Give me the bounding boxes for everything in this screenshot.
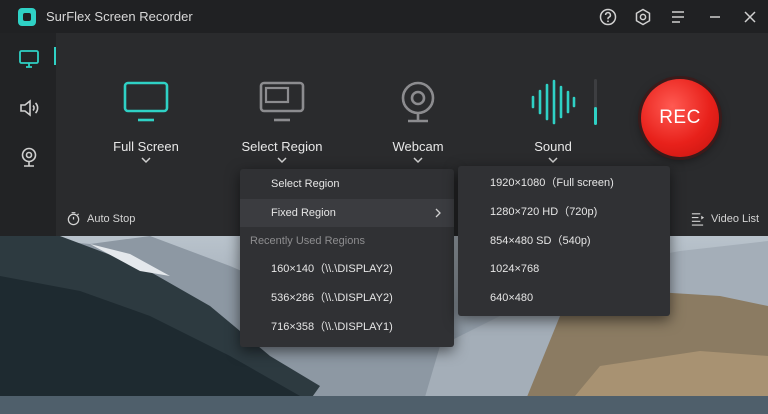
fixed-region-submenu: 1920×1080（Full screen) 1280×720 HD（720p)… [458,166,670,316]
video-list-label: Video List [711,212,760,225]
video-list-button[interactable]: Video List [690,211,759,226]
recent-region-item[interactable]: 160×140（\\.\DISPLAY2) [240,255,454,283]
resolution-option[interactable]: 854×480 SD（540p) [458,227,670,256]
mode-full-screen[interactable]: Full Screen [81,77,211,164]
region-dropdown-menu: Select Region Fixed Region Recently Used… [240,169,454,347]
help-icon[interactable] [598,7,618,27]
chevron-down-icon[interactable] [276,156,288,164]
sidebar-item-screen[interactable] [17,47,41,71]
video-list-icon [691,213,705,226]
volume-level [594,106,597,125]
resolution-option[interactable]: 1024×768 [458,255,670,284]
sound-label: Sound [534,139,572,154]
chevron-down-icon[interactable] [140,156,152,164]
full-screen-icon [121,77,171,127]
resolution-option[interactable]: 1920×1080（Full screen) [458,169,670,198]
fixed-region-label: Fixed Region [271,207,336,219]
record-button[interactable]: REC [641,79,719,157]
resolution-option[interactable]: 640×480 [458,284,670,313]
sidebar-item-audio[interactable] [17,96,41,120]
select-region-icon [257,77,307,127]
monitor-icon [19,50,39,68]
chevron-right-icon [435,208,441,218]
mode-webcam[interactable]: Webcam [353,77,483,164]
select-region-label: Select Region [241,139,323,154]
mode-select-region[interactable]: Select Region [217,77,347,164]
auto-stop-label: Auto Stop [87,212,136,225]
app-title: SurFlex Screen Recorder [46,9,193,24]
menu-icon[interactable] [668,7,688,27]
mode-sound[interactable]: Sound [488,77,618,164]
webcam-icon [21,147,37,167]
recent-regions-header: Recently Used Regions [250,235,365,247]
sidebar [0,33,56,236]
sound-wave-icon [528,77,578,127]
auto-stop-button[interactable]: Auto Stop [66,211,135,226]
chevron-down-icon[interactable] [412,156,424,164]
timer-icon [67,212,80,226]
menu-item-fixed-region[interactable]: Fixed Region [240,199,454,227]
sidebar-item-webcam[interactable] [17,145,41,169]
title-bar: SurFlex Screen Recorder [0,0,768,33]
recent-region-item[interactable]: 716×358（\\.\DISPLAY1) [240,313,454,341]
settings-icon[interactable] [633,7,653,27]
recent-region-item[interactable]: 536×286（\\.\DISPLAY2) [240,284,454,312]
minimize-icon[interactable] [705,7,725,27]
speaker-icon [20,99,39,117]
resolution-option[interactable]: 1280×720 HD（720p) [458,198,670,227]
menu-item-select-region[interactable]: Select Region [240,170,454,198]
app-logo-icon [18,8,36,26]
webcam-label: Webcam [392,139,444,154]
webcam-icon [393,77,443,127]
full-screen-label: Full Screen [113,139,179,154]
chevron-down-icon[interactable] [547,156,559,164]
volume-slider[interactable] [594,79,597,125]
close-icon[interactable] [740,7,760,27]
